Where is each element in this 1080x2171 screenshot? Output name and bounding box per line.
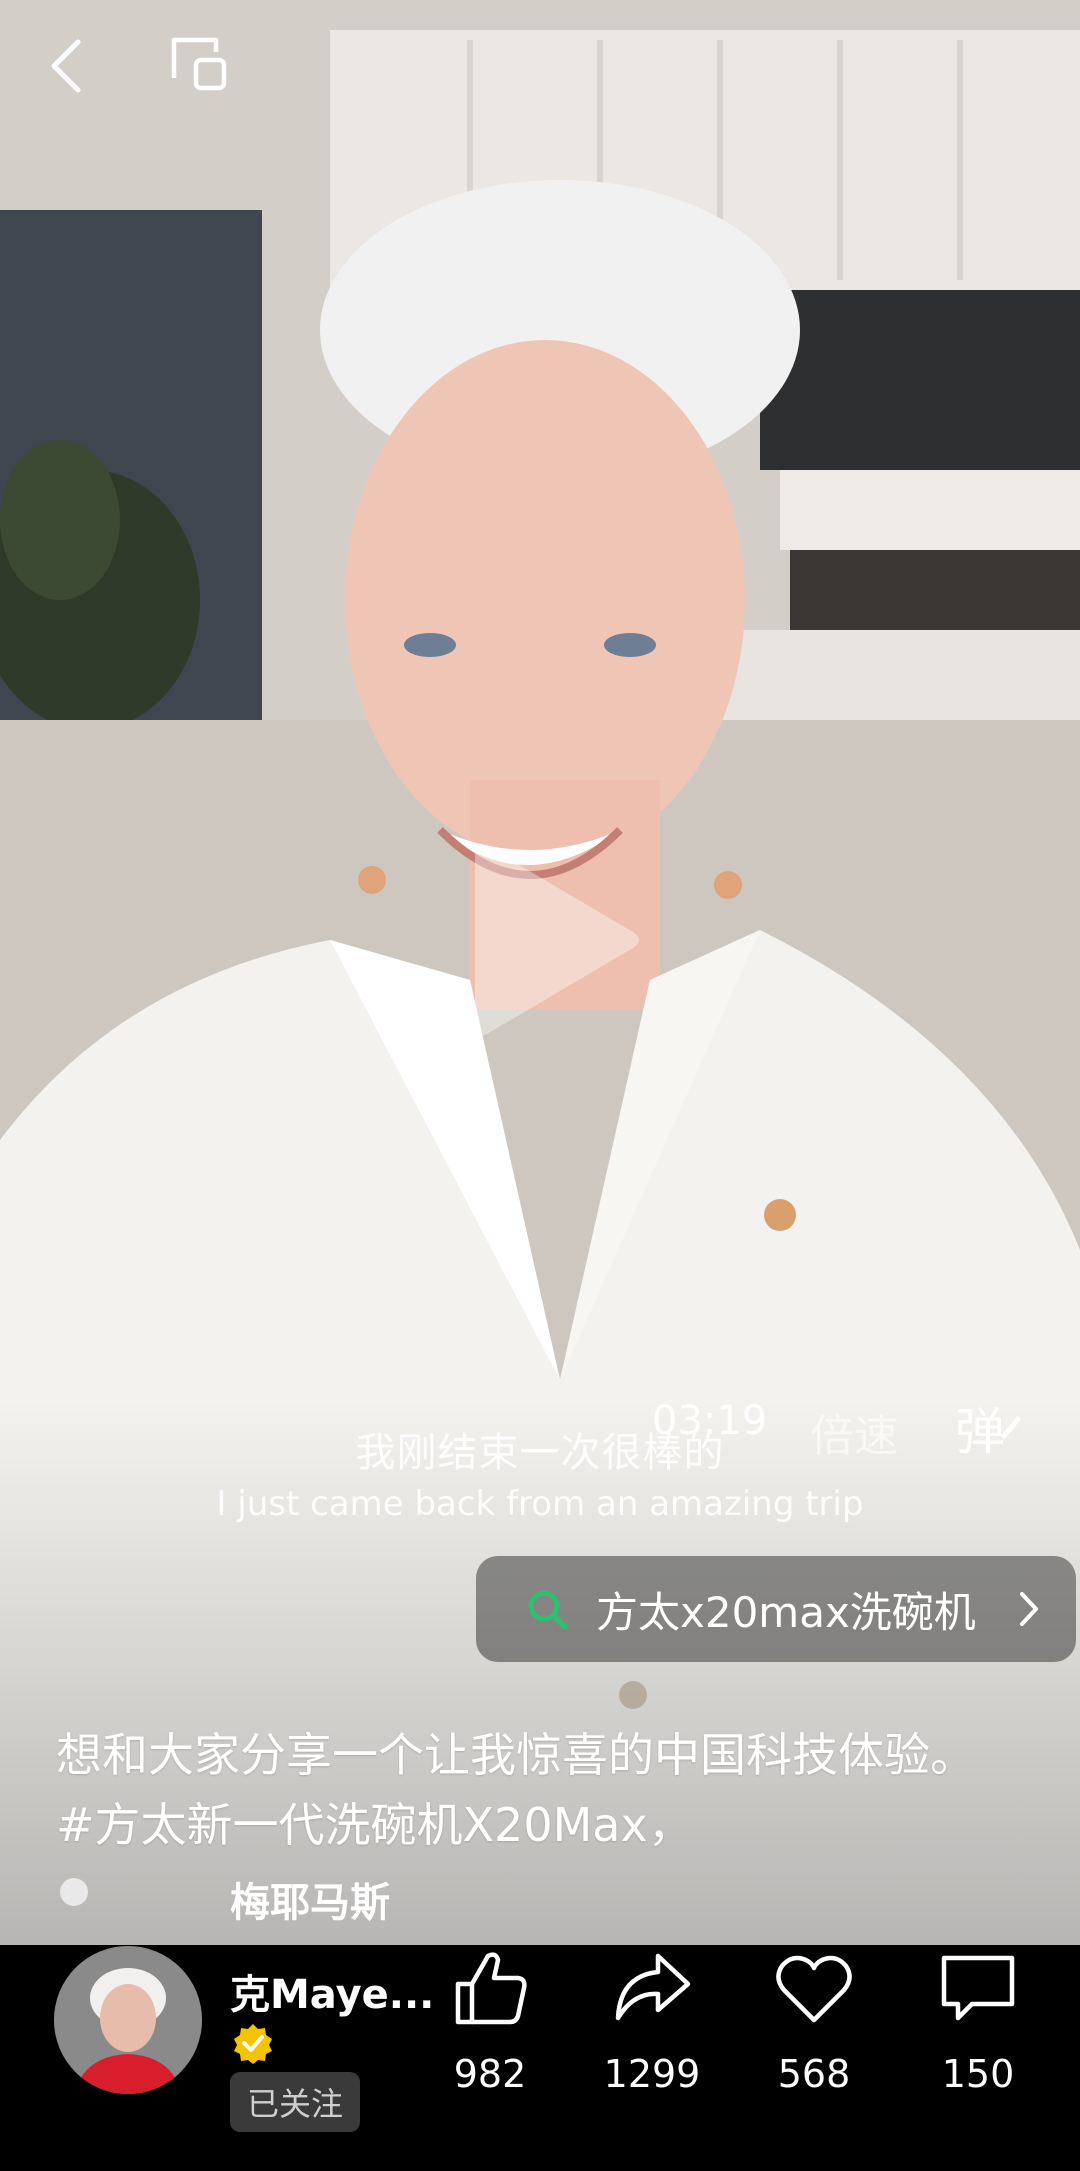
description-hashtag[interactable]: #方太新一代洗碗机X20Max，	[56, 1790, 1046, 1860]
description-line: 想和大家分享一个让我惊喜的中国科技体验。	[56, 1728, 976, 1782]
picture-in-picture-icon	[171, 37, 227, 91]
comment-icon	[941, 1955, 1015, 2021]
search-icon	[528, 1590, 568, 1630]
subtitle-chinese: 我刚结束一次很棒的	[355, 1430, 725, 1476]
back-button[interactable]	[30, 30, 110, 100]
verified-badge-icon	[234, 2024, 272, 2064]
picture-in-picture-button[interactable]	[160, 30, 240, 100]
avatar-image	[54, 1946, 202, 2094]
follow-button[interactable]: 已关注	[230, 2072, 360, 2132]
like-button[interactable]: 982	[430, 1946, 550, 2096]
back-arrow-icon	[51, 39, 81, 93]
like-count: 982	[453, 2052, 527, 2096]
chevron-right-icon	[1020, 1592, 1038, 1626]
playback-time: 03:19	[652, 1398, 768, 1444]
share-button[interactable]: 1299	[592, 1946, 712, 2096]
subtitle-english: I just came back from an amazing trip	[216, 1484, 864, 1524]
share-count: 1299	[603, 2052, 701, 2096]
comment-button[interactable]: 150	[918, 1946, 1038, 2096]
progress-handle[interactable]	[60, 1878, 88, 1906]
play-icon[interactable]	[455, 840, 645, 1040]
comment-count: 150	[941, 2052, 1015, 2096]
author-name-line1[interactable]: 梅耶马斯	[230, 1870, 390, 1928]
speed-button[interactable]: 倍速	[810, 1400, 898, 1464]
related-search-pill[interactable]: 方太x20max洗碗机	[476, 1556, 1076, 1662]
share-icon	[615, 1953, 691, 2021]
heart-icon	[776, 1955, 852, 2023]
favorite-count: 568	[777, 2052, 851, 2096]
thumbs-up-icon	[455, 1952, 527, 2025]
danmaku-toggle-button[interactable]: 弹	[955, 1392, 1005, 1464]
author-name-line2[interactable]: 克Maye...	[230, 1962, 434, 2020]
video-description[interactable]: 想和大家分享一个让我惊喜的中国科技体验。 #方太新一代洗碗机X20Max，	[56, 1720, 1046, 1860]
search-query: 方太x20max洗碗机	[596, 1587, 976, 1637]
video-player[interactable]: 我刚结束一次很棒的 I just came back from an amazi…	[0, 0, 1080, 1945]
favorite-button[interactable]: 568	[754, 1946, 874, 2096]
avatar[interactable]	[54, 1946, 202, 2094]
